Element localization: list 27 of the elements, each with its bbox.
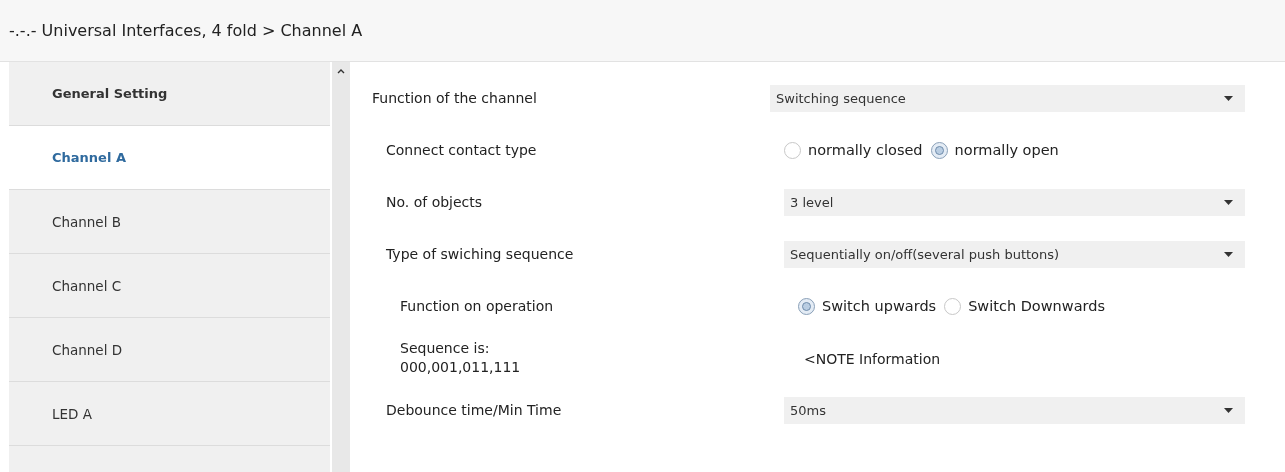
parameter-label: Function of the channel [372,88,538,108]
caret-icon [1224,199,1233,205]
radio-label[interactable]: normally open [954,142,1059,158]
radio-label[interactable]: Switch Downwards [968,298,1105,314]
caret-icon [1224,95,1233,101]
scrollbar[interactable] [332,62,350,472]
note-text: <NOTE Information [803,350,941,367]
radio-label[interactable]: Switch upwards [822,298,937,314]
radio-label[interactable]: normally closed [808,142,923,158]
dropdown[interactable]: 50ms [784,396,1245,424]
parameter-label: Connect contact type [385,140,538,160]
parameter-label: Sequence is: 000,001,011,111 [399,339,522,377]
window-title: -.-.- Universal Interfaces, 4 fold > Channel A [9,21,363,40]
dropdown[interactable]: 3 level [784,188,1245,216]
radio-button[interactable] [798,297,815,315]
caret-icon [1224,251,1233,257]
caret-icon [1224,407,1233,413]
sidebar-item[interactable]: Channel A [9,126,330,190]
radio-button[interactable] [784,141,801,159]
radio-button[interactable] [930,141,948,159]
parameter-label: No. of objects [385,192,484,212]
parameter-label: Type of swiching sequence [385,244,575,264]
radio-button[interactable] [944,297,962,315]
parameter-label: Debounce time/Min Time [385,400,563,420]
dropdown[interactable]: Switching sequence [770,84,1245,112]
dropdown[interactable]: Sequentially on/off(several push buttons) [784,240,1245,268]
parameter-label: Function on operation [399,296,555,316]
